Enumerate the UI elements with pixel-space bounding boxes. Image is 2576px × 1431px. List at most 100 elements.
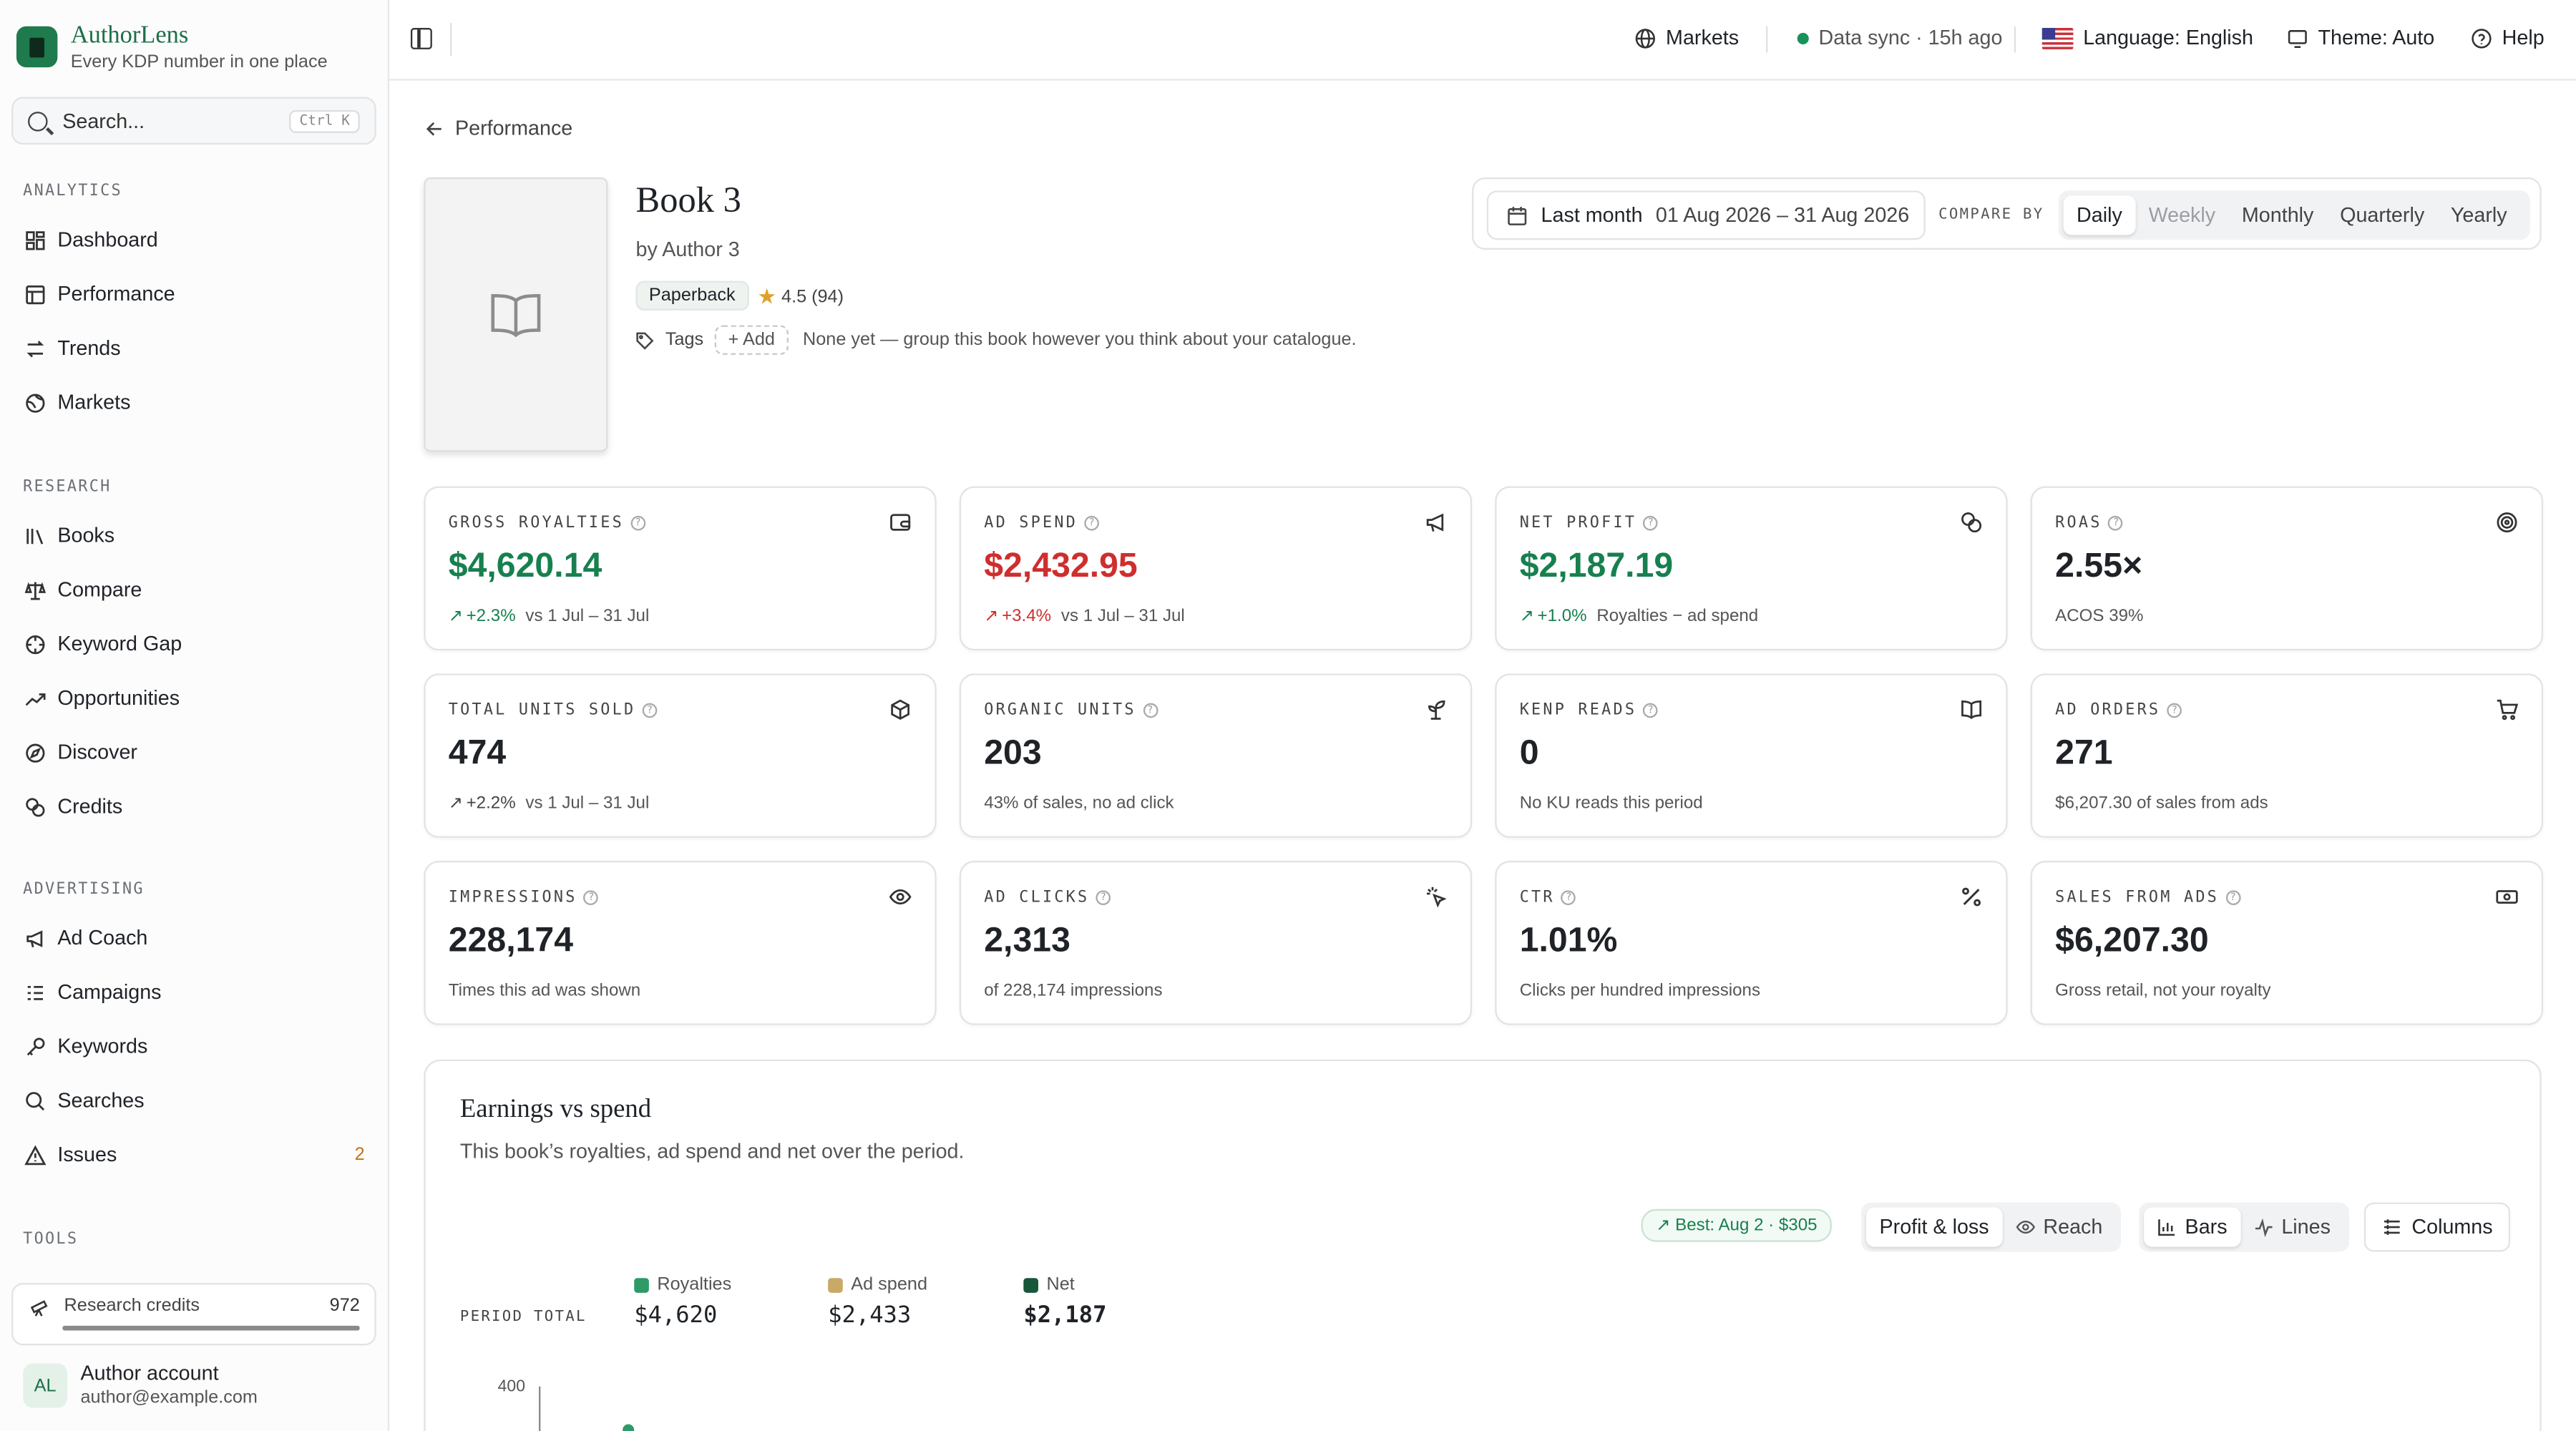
metric-card-net-profit[interactable]: NET PROFIT? $2,187.19 ↗ +1.0% Royalties − a… (1495, 486, 2008, 651)
metric-value: $2,187.19 (1519, 547, 1674, 585)
arrow-up-right-icon: ↗ (984, 606, 999, 626)
language-button[interactable]: Language: English (2041, 26, 2253, 49)
legend-royalties[interactable]: Royalties (634, 1275, 731, 1294)
back-link[interactable]: Performance (426, 117, 572, 140)
metric-label-text: SALES FROM ADS (2055, 889, 2220, 907)
period-total-label: PERIOD TOTAL (459, 1309, 587, 1326)
style-bars[interactable]: Bars (2144, 1207, 2240, 1247)
metric-card-total-units-sold[interactable]: TOTAL UNITS SOLD? 474 ↗ +2.2% vs 1 Jul – 31… (424, 673, 937, 838)
granularity-weekly[interactable]: Weekly (2135, 195, 2228, 235)
metric-card-ad-spend[interactable]: AD SPEND? $2,432.95 ↗ +3.4% vs 1 Jul – 31 J… (959, 486, 1473, 651)
help-icon[interactable]: ? (1142, 703, 1158, 718)
metric-card-kenp-reads[interactable]: KENP READS? 0 No KU reads this period (1495, 673, 2008, 838)
legend-net[interactable]: Net (1023, 1275, 1075, 1294)
metric-card-gross-royalties[interactable]: GROSS ROYALTIES? $4,620.14 ↗ +2.3% vs 1 Jul… (424, 486, 937, 651)
research-credits-widget[interactable]: Research credits 972 (11, 1283, 376, 1346)
style-lines[interactable]: Lines (2240, 1207, 2343, 1246)
chart-description: This book’s royalties, ad spend and net … (459, 1140, 965, 1163)
help-icon[interactable]: ? (642, 703, 658, 718)
chart-title: Earnings vs spend (459, 1095, 652, 1124)
sidebar: AuthorLens Every KDP number in one place… (0, 0, 390, 1431)
data-sync-status: Data sync · 15h ago (1797, 26, 2003, 49)
brand-name: AuthorLens (70, 23, 189, 49)
metric-value: 228,174 (448, 922, 574, 959)
arrows-icon (23, 337, 46, 360)
sidebar-item-markets[interactable]: Markets (23, 384, 365, 421)
metric-subtext-text: of 228,174 impressions (984, 980, 1163, 1001)
columns-button[interactable]: Columns (2363, 1202, 2511, 1252)
topbar-separator (2014, 26, 2016, 53)
sidebar-item-searches[interactable]: Searches (23, 1083, 365, 1119)
sidebar-item-keywords[interactable]: Keywords (23, 1028, 365, 1065)
view-reach[interactable]: Reach (2002, 1207, 2116, 1246)
sidebar-item-credits[interactable]: Credits (23, 788, 365, 825)
sidebar-item-issues[interactable]: Issues 2 (23, 1137, 365, 1173)
help-icon[interactable]: ? (2108, 515, 2124, 531)
sidebar-item-opportunities[interactable]: Opportunities (23, 680, 365, 717)
sidebar-item-performance[interactable]: Performance (23, 276, 365, 313)
metric-subtext: ↗ +1.0% Royalties − ad spend (1520, 606, 1758, 626)
metric-card-ctr[interactable]: CTR? 1.01% Clicks per hundred impressions (1495, 861, 2008, 1025)
sidebar-item-compare[interactable]: Compare (23, 572, 365, 608)
metric-subtext-text: No KU reads this period (1519, 793, 1703, 814)
add-tag-button[interactable]: + Add (715, 325, 789, 355)
legend-royalties-swatch (634, 1277, 649, 1292)
granularity-daily[interactable]: Daily (2063, 195, 2136, 235)
columns-icon (2382, 1217, 2402, 1237)
help-icon[interactable]: ? (583, 890, 599, 906)
metric-subtext: ↗ +3.4% vs 1 Jul – 31 Jul (984, 606, 1185, 626)
metric-card-organic-units[interactable]: ORGANIC UNITS? 203 43% of sales, no ad cli… (959, 673, 1473, 838)
help-icon[interactable]: ? (630, 515, 645, 531)
wallet-icon (889, 511, 912, 534)
search-shortcut: Ctrl K (289, 109, 360, 132)
metric-card-roas[interactable]: ROAS? 2.55× ACOS 39% (2030, 486, 2544, 651)
markets-label: Markets (1666, 26, 1740, 49)
brand[interactable]: AuthorLens Every KDP number in one place (16, 23, 328, 75)
search-icon (28, 110, 48, 131)
granularity-yearly[interactable]: Yearly (2438, 195, 2520, 235)
metric-card-ad-orders[interactable]: AD ORDERS? 271 $6,207.30 of sales from ads (2030, 673, 2544, 838)
topbar: Markets Data sync · 15h ago Language: En… (389, 0, 2576, 81)
sidebar-item-label: Ad Coach (57, 926, 148, 950)
chart-data-point[interactable] (623, 1424, 635, 1431)
metric-label-text: AD CLICKS (984, 889, 1090, 907)
account-menu[interactable]: AL Author account author@example.com (23, 1362, 258, 1410)
delta-badge: ↗ +2.3% (449, 606, 516, 626)
sidebar-item-campaigns[interactable]: Campaigns (23, 974, 365, 1010)
help-button[interactable]: Help (2471, 26, 2545, 49)
help-icon[interactable]: ? (2167, 703, 2182, 718)
legend-ad-spend[interactable]: Ad spend (828, 1275, 927, 1294)
sync-status-dot (1797, 31, 1809, 44)
help-icon[interactable]: ? (2225, 890, 2240, 906)
issues-count-badge: 2 (354, 1145, 365, 1165)
tags-empty-note: None yet — group this book however you t… (803, 330, 1357, 351)
sidebar-item-label: Performance (57, 282, 175, 306)
view-profit-loss[interactable]: Profit & loss (1866, 1207, 2002, 1247)
granularity-quarterly[interactable]: Quarterly (2327, 195, 2438, 235)
delta-badge: ↗ +2.2% (449, 793, 516, 814)
sidebar-toggle-icon[interactable] (410, 28, 432, 49)
search-placeholder: Search... (62, 109, 145, 132)
date-range-picker[interactable]: Last month 01 Aug 2026 – 31 Aug 2026 (1486, 190, 1926, 240)
granularity-monthly[interactable]: Monthly (2229, 195, 2327, 235)
markets-button[interactable]: Markets (1634, 26, 1739, 49)
help-icon[interactable]: ? (1643, 515, 1659, 531)
sidebar-item-trends[interactable]: Trends (23, 330, 365, 366)
sidebar-item-keyword-gap[interactable]: Keyword Gap (23, 626, 365, 663)
sidebar-item-ad-coach[interactable]: Ad Coach (23, 920, 365, 957)
help-icon[interactable]: ? (1084, 515, 1099, 531)
sidebar-item-discover[interactable]: Discover (23, 734, 365, 771)
help-icon[interactable]: ? (1096, 890, 1111, 906)
research-credits-label: Research credits (64, 1296, 200, 1317)
metric-card-impressions[interactable]: IMPRESSIONS? 228,174 Times this ad was sho… (424, 861, 937, 1025)
metric-card-ad-clicks[interactable]: AD CLICKS? 2,313 of 228,174 impressions (959, 861, 1473, 1025)
search-input[interactable]: Search... Ctrl K (11, 97, 376, 145)
sync-status-text: Data sync · 15h ago (1818, 26, 2003, 49)
help-icon[interactable]: ? (1643, 703, 1659, 718)
sidebar-item-books[interactable]: Books (23, 517, 365, 554)
sidebar-item-dashboard[interactable]: Dashboard (23, 222, 365, 258)
metric-value: $6,207.30 (2055, 922, 2209, 959)
help-icon[interactable]: ? (1561, 890, 1576, 906)
metric-card-sales-from-ads[interactable]: SALES FROM ADS? $6,207.30 Gross retail, no… (2030, 861, 2544, 1025)
theme-button[interactable]: Theme: Auto (2287, 26, 2434, 49)
